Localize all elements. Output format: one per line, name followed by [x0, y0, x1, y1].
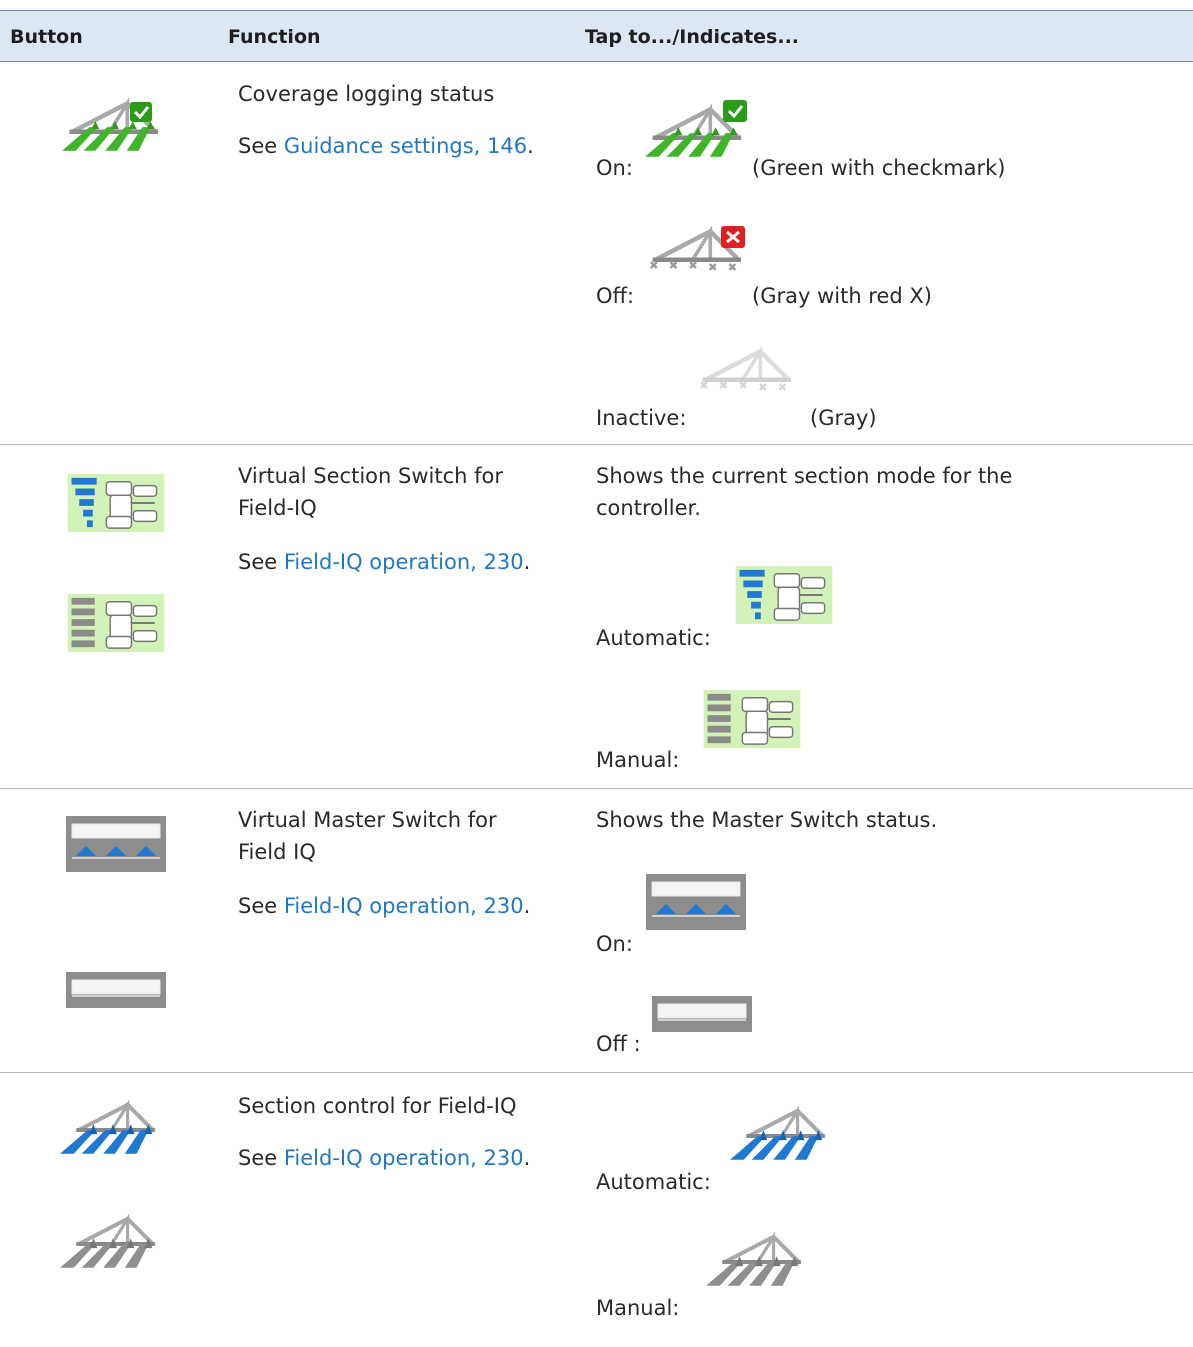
row1-inactive-label: Inactive:: [596, 406, 687, 430]
header-tap-indicates: Tap to.../Indicates...: [585, 26, 800, 48]
row-divider: [0, 788, 1193, 789]
section-control-automatic-state-icon: [730, 1106, 838, 1162]
row2-function-title-1: Virtual Section Switch for: [238, 464, 503, 488]
row1-function-title: Coverage logging status: [238, 82, 495, 106]
row2-desc-2: controller.: [596, 496, 701, 520]
row3-see-line: See Field-IQ operation, 230.: [238, 894, 531, 918]
row3-on-label: On:: [596, 932, 633, 956]
coverage-on-icon: [645, 100, 753, 158]
section-switch-manual-state-icon: [702, 690, 802, 748]
row-divider: [0, 444, 1193, 445]
master-switch-on-state-icon: [646, 874, 746, 930]
row1-on-label: On:: [596, 156, 633, 180]
section-switch-manual-icon: [66, 594, 166, 652]
row4-automatic-label: Automatic:: [596, 1170, 711, 1194]
header-button: Button: [10, 26, 83, 48]
header-function: Function: [228, 26, 321, 48]
table-header: Button Function Tap to.../Indicates...: [0, 10, 1193, 62]
row1-see-line: See Guidance settings, 146.: [238, 134, 534, 158]
row2-manual-label: Manual:: [596, 748, 680, 772]
row3-off-label: Off :: [596, 1032, 641, 1056]
section-control-manual-icon: [60, 1214, 168, 1270]
row3-desc: Shows the Master Switch status.: [596, 808, 938, 832]
row4-function-title: Section control for Field-IQ: [238, 1094, 517, 1118]
row2-automatic-label: Automatic:: [596, 626, 711, 650]
row1-inactive-note: (Gray): [810, 406, 877, 430]
row3-function-title-2: Field IQ: [238, 840, 316, 864]
section-switch-automatic-icon: [66, 474, 166, 532]
coverage-logging-icon: [62, 98, 170, 152]
section-control-automatic-icon: [60, 1100, 168, 1156]
master-switch-on-icon: [66, 816, 166, 872]
section-control-manual-state-icon: [706, 1232, 814, 1288]
field-iq-operation-link[interactable]: Field-IQ operation, 230: [284, 894, 524, 918]
row2-function-title-2: Field-IQ: [238, 496, 317, 520]
field-iq-operation-link[interactable]: Field-IQ operation, 230: [284, 550, 524, 574]
row4-manual-label: Manual:: [596, 1296, 680, 1320]
row-divider: [0, 1072, 1193, 1073]
guidance-settings-link[interactable]: Guidance settings, 146: [284, 134, 527, 158]
row1-on-note: (Green with checkmark): [752, 156, 1006, 180]
section-switch-automatic-state-icon: [734, 566, 834, 624]
row3-function-title-1: Virtual Master Switch for: [238, 808, 497, 832]
row4-see-line: See Field-IQ operation, 230.: [238, 1146, 531, 1170]
row1-off-note: (Gray with red X): [752, 284, 932, 308]
master-switch-off-icon: [66, 972, 166, 1008]
row2-desc-1: Shows the current section mode for the: [596, 464, 1013, 488]
row2-see-line: See Field-IQ operation, 230.: [238, 550, 531, 574]
coverage-inactive-icon: [695, 346, 803, 396]
coverage-off-icon: [645, 226, 753, 276]
row1-off-label: Off:: [596, 284, 635, 308]
master-switch-off-state-icon: [652, 996, 752, 1032]
field-iq-operation-link[interactable]: Field-IQ operation, 230: [284, 1146, 524, 1170]
